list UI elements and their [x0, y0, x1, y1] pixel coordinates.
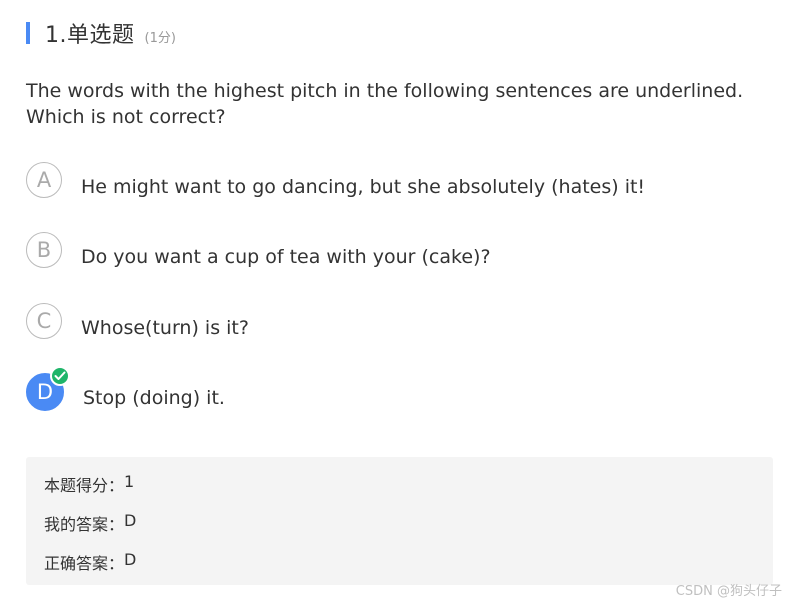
checkmark-icon [50, 366, 70, 386]
correct-answer-row: 正确答案： D [44, 550, 136, 574]
watermark: CSDN @狗头仔子 [675, 584, 782, 599]
option-d-circle[interactable]: D [26, 366, 70, 411]
option-d-letter: D [36, 380, 54, 404]
option-c-circle[interactable]: C [26, 303, 62, 339]
option-a-text[interactable]: He might want to go dancing, but she abs… [81, 176, 645, 198]
question-score: (1分) [144, 30, 176, 46]
option-a-circle[interactable]: A [26, 162, 62, 198]
my-answer-label: 我的答案： [44, 515, 125, 534]
question-header: 1.单选题 (1分) [26, 18, 176, 48]
option-a[interactable]: A He might want to go dancing, but she a… [26, 162, 645, 198]
correct-answer-label: 正确答案： [44, 554, 125, 573]
score-value: 1 [124, 472, 135, 491]
score-label: 本题得分： [44, 476, 125, 495]
option-c[interactable]: C Whose(turn) is it? [26, 303, 249, 339]
correct-answer-value: D [124, 550, 137, 569]
my-answer-row: 我的答案： D [44, 511, 136, 535]
option-d-text[interactable]: Stop (doing) it. [83, 387, 225, 409]
question-text: The words with the highest pitch in the … [26, 80, 744, 128]
result-panel: 本题得分： 1 我的答案： D 正确答案： D [26, 457, 773, 585]
option-c-text[interactable]: Whose(turn) is it? [81, 317, 249, 339]
question-title: 1.单选题 [45, 23, 135, 48]
my-answer-value: D [124, 511, 137, 530]
score-row: 本题得分： 1 [44, 472, 134, 496]
header-accent-bar [26, 22, 30, 44]
option-d[interactable]: D Stop (doing) it. [26, 366, 225, 411]
option-b-text[interactable]: Do you want a cup of tea with your (cake… [81, 246, 491, 268]
option-b-circle[interactable]: B [26, 232, 62, 268]
option-b[interactable]: B Do you want a cup of tea with your (ca… [26, 232, 491, 268]
